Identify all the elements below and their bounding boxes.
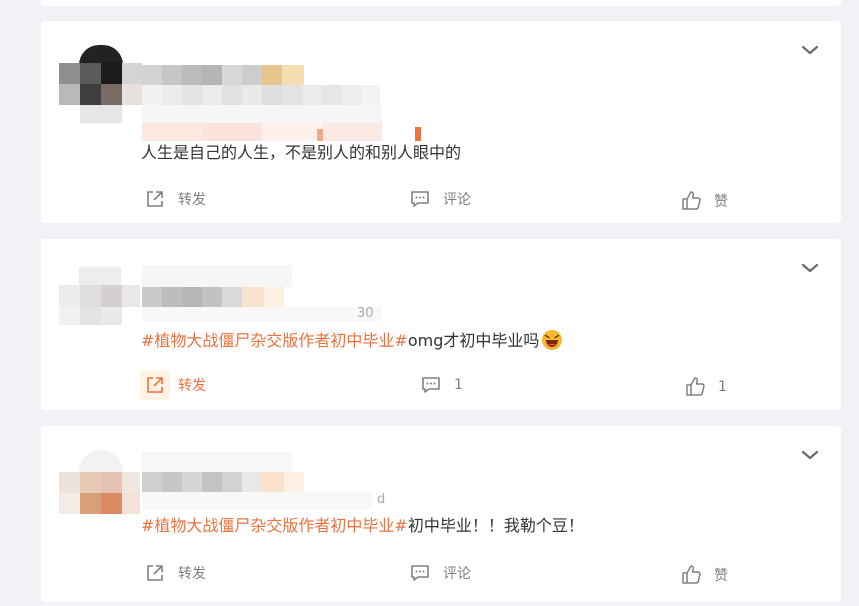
like-label: 赞	[714, 568, 728, 584]
thumbs-up-icon	[682, 191, 701, 210]
like-button[interactable]: 1	[684, 376, 727, 398]
post-text: 人生是自己的人生，不是别人的和别人眼中的	[141, 142, 461, 164]
forward-label: 转发	[178, 566, 206, 582]
post-card: 30 #植物大战僵尸杂交版作者初中毕业#omg才初中毕业吗 转发 1 1	[41, 239, 841, 410]
chevron-down-icon[interactable]	[801, 449, 819, 461]
post-meta-text: d	[377, 492, 386, 507]
blurred-user-info	[59, 45, 439, 145]
comment-icon	[411, 191, 429, 207]
comment-button[interactable]: 评论	[409, 562, 471, 584]
like-button[interactable]: 赞	[680, 564, 728, 586]
post-meta: d	[377, 492, 385, 507]
comment-label: 评论	[443, 566, 471, 582]
comment-button[interactable]: 评论	[409, 188, 471, 210]
like-label: 赞	[714, 194, 728, 210]
thumbs-up-icon	[682, 565, 701, 584]
post-body: 初中毕业！！我勒个豆！	[407, 516, 584, 535]
post-card: d #植物大战僵尸杂交版作者初中毕业#初中毕业！！我勒个豆！ 转发 评论 赞	[41, 426, 841, 602]
forward-button[interactable]: 转发	[144, 188, 206, 210]
post-text: #植物大战僵尸杂交版作者初中毕业#omg才初中毕业吗	[141, 329, 563, 352]
comment-icon	[411, 565, 429, 581]
post-meta: 30	[357, 306, 374, 321]
forward-icon	[147, 377, 163, 393]
previous-post-card	[41, 0, 841, 6]
post-text: #植物大战僵尸杂交版作者初中毕业#初中毕业！！我勒个豆！	[141, 515, 584, 537]
grinning-face-emoji	[542, 330, 563, 350]
hashtag-link[interactable]: #植物大战僵尸杂交版作者初中毕业#	[141, 516, 408, 535]
comment-button[interactable]: 1	[420, 374, 463, 396]
like-button[interactable]: 赞	[680, 190, 728, 212]
thumbs-up-icon	[686, 377, 705, 396]
post-body: omg才初中毕业吗	[407, 331, 540, 350]
forward-icon	[147, 565, 163, 581]
post-meta-text: 30	[357, 306, 374, 321]
blurred-user-info	[59, 450, 419, 520]
hashtag-link[interactable]: #植物大战僵尸杂交版作者初中毕业#	[141, 331, 408, 350]
chevron-down-icon[interactable]	[801, 262, 819, 274]
forward-label: 转发	[178, 192, 206, 208]
comment-label: 评论	[443, 192, 471, 208]
comment-count: 1	[454, 377, 463, 393]
forward-button[interactable]: 转发	[144, 562, 206, 584]
post-card: 人生是自己的人生，不是别人的和别人眼中的 转发 评论 赞	[41, 21, 841, 223]
forward-button[interactable]: 转发	[140, 370, 206, 400]
like-count: 1	[718, 379, 727, 395]
post-body: 人生是自己的人生，不是别人的和别人眼中的	[141, 143, 462, 162]
forward-icon	[147, 191, 163, 207]
comment-icon	[422, 377, 440, 393]
chevron-down-icon[interactable]	[801, 44, 819, 56]
forward-label: 转发	[178, 378, 206, 394]
